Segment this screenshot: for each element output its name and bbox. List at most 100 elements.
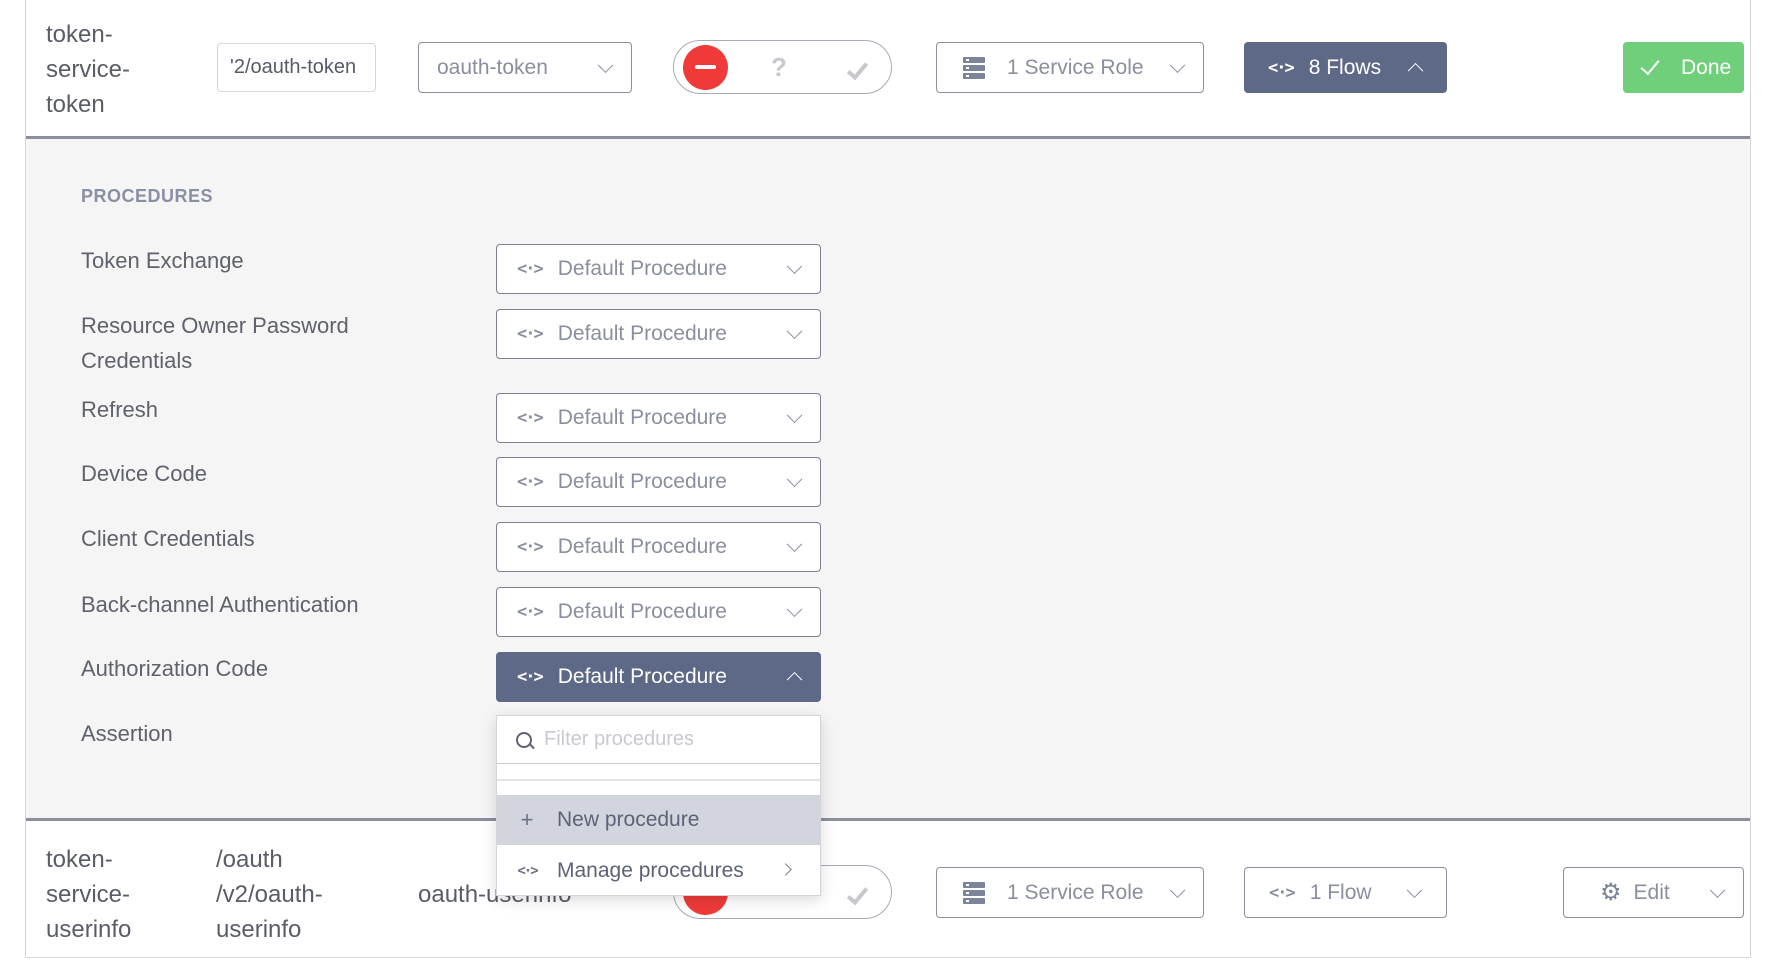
code-flow-icon: <·> [1268, 57, 1295, 78]
code-flow-icon: <·> [517, 324, 544, 344]
procedure-select-client-credentials[interactable]: <·> Default Procedure [496, 522, 821, 572]
flow-label-client-credentials: Client Credentials [81, 521, 255, 556]
code-flow-icon: <·> [517, 472, 544, 492]
procedure-select-value: Default Procedure [557, 665, 727, 688]
endpoint-select-value: oauth-token [437, 55, 548, 79]
flow-label-token-exchange: Token Exchange [81, 243, 244, 278]
service-name-line: service- [46, 56, 131, 83]
search-icon [516, 731, 536, 752]
menu-item-label: Manage procedures [557, 859, 744, 882]
code-flow-icon: <·> [517, 259, 544, 279]
done-button[interactable]: Done [1623, 42, 1744, 93]
flows-label: 8 Flows [1308, 55, 1382, 79]
code-flow-icon: <·> [517, 863, 538, 879]
service-name-line: token [46, 91, 105, 118]
chevron-down-icon [1169, 881, 1186, 898]
procedure-select-value: Default Procedure [557, 535, 727, 558]
service-role-label: 1 Service Role [1007, 55, 1144, 79]
procedure-select-authorization-code[interactable]: <·> Default Procedure [496, 652, 821, 702]
procedure-select-back-channel[interactable]: <·> Default Procedure [496, 587, 821, 637]
chevron-down-icon [786, 601, 803, 618]
chevron-down-icon [597, 56, 614, 73]
service-path-line: userinfo [216, 916, 302, 943]
procedure-select-device-code[interactable]: <·> Default Procedure [496, 457, 821, 507]
flow-label-text: Back-channel Authentication [81, 592, 359, 617]
check-icon[interactable] [846, 882, 869, 906]
service-name-line: service- [46, 881, 131, 908]
done-label: Done [1681, 55, 1732, 79]
gear-icon: ⚙ [1600, 879, 1622, 906]
chevron-down-icon [786, 471, 803, 488]
flows-toggle-button[interactable]: <·> 8 Flows [1244, 42, 1447, 93]
flow-label-text: Resource Owner Password [81, 313, 349, 338]
new-procedure-item[interactable]: + New procedure [497, 795, 820, 845]
flow-label-text: Refresh [81, 397, 159, 422]
flow-label-assertion: Assertion [81, 716, 173, 751]
chevron-down-icon [786, 536, 803, 553]
edit-label: Edit [1633, 880, 1670, 904]
chevron-right-icon [779, 863, 792, 876]
flow-label-authorization-code: Authorization Code [81, 651, 268, 686]
flow-label-text: Assertion [81, 721, 173, 746]
procedure-select-value: Default Procedure [557, 322, 727, 345]
server-icon [963, 881, 985, 904]
code-flow-icon: <·> [517, 602, 544, 622]
endpoint-select[interactable]: oauth-token [418, 42, 632, 93]
menu-item-label: New procedure [557, 808, 700, 831]
code-flow-icon: <·> [1269, 882, 1296, 903]
chevron-up-icon [1407, 62, 1424, 79]
flow-label-back-channel: Back-channel Authentication [81, 587, 359, 622]
flow-label-text: Token Exchange [81, 248, 244, 273]
plus-icon: + [520, 807, 534, 832]
service-path-line: /oauth [216, 846, 283, 873]
procedure-select-value: Default Procedure [557, 257, 727, 280]
service-role-select[interactable]: 1 Service Role [936, 42, 1204, 93]
flow-label-text: Credentials [81, 348, 193, 373]
service-path-line: /v2/oauth- [216, 881, 323, 908]
flow-label-text: Client Credentials [81, 526, 255, 551]
procedure-select-value: Default Procedure [557, 406, 727, 429]
procedure-select-resource-owner-password[interactable]: <·> Default Procedure [496, 309, 821, 359]
procedure-dropdown-menu: + New procedure <·> Manage procedures [496, 715, 821, 896]
flow-label-device-code: Device Code [81, 456, 207, 491]
flow-label-text: Authorization Code [81, 656, 269, 681]
menu-divider [497, 779, 820, 781]
server-icon [963, 56, 985, 79]
check-icon [1640, 54, 1660, 75]
service-name-line: token- [46, 846, 113, 873]
code-flow-icon: <·> [517, 537, 544, 557]
edit-menu-button[interactable]: ⚙ Edit [1563, 867, 1744, 918]
code-flow-icon: <·> [517, 667, 544, 687]
chevron-down-icon [786, 407, 803, 424]
procedure-select-value: Default Procedure [557, 600, 727, 623]
path-value: '2/oauth-token [230, 56, 357, 78]
flow-label-refresh: Refresh [81, 392, 158, 427]
service-path: /oauth /v2/oauth- userinfo [216, 842, 323, 947]
unknown-icon[interactable]: ? [771, 52, 787, 83]
chevron-down-icon [786, 323, 803, 340]
procedures-heading: PROCEDURES [81, 186, 214, 206]
divider [26, 818, 1750, 821]
service-role-select[interactable]: 1 Service Role [936, 867, 1204, 918]
procedure-select-refresh[interactable]: <·> Default Procedure [496, 393, 821, 443]
flows-label: 1 Flow [1309, 880, 1372, 904]
flows-select[interactable]: <·> 1 Flow [1244, 867, 1447, 918]
chevron-up-icon [786, 671, 803, 688]
path-input[interactable]: '2/oauth-token [217, 43, 376, 92]
procedures-panel [26, 139, 1750, 819]
filter-procedures-input[interactable] [544, 728, 804, 751]
service-name: token- service- token [46, 17, 130, 122]
chevron-down-icon [1709, 881, 1726, 898]
check-icon[interactable] [846, 57, 869, 81]
filter-search [497, 716, 820, 764]
deny-icon[interactable] [683, 45, 728, 90]
flow-label-resource-owner-password: Resource Owner Password Credentials [81, 308, 349, 378]
procedure-select-token-exchange[interactable]: <·> Default Procedure [496, 244, 821, 294]
service-name-line: token- [46, 21, 113, 48]
service-name: token- service- userinfo [46, 842, 131, 947]
access-toggle[interactable]: ? [673, 40, 892, 94]
flow-label-text: Device Code [81, 461, 207, 486]
service-role-label: 1 Service Role [1007, 880, 1144, 904]
chevron-down-icon [786, 258, 803, 275]
manage-procedures-item[interactable]: <·> Manage procedures [497, 846, 820, 896]
